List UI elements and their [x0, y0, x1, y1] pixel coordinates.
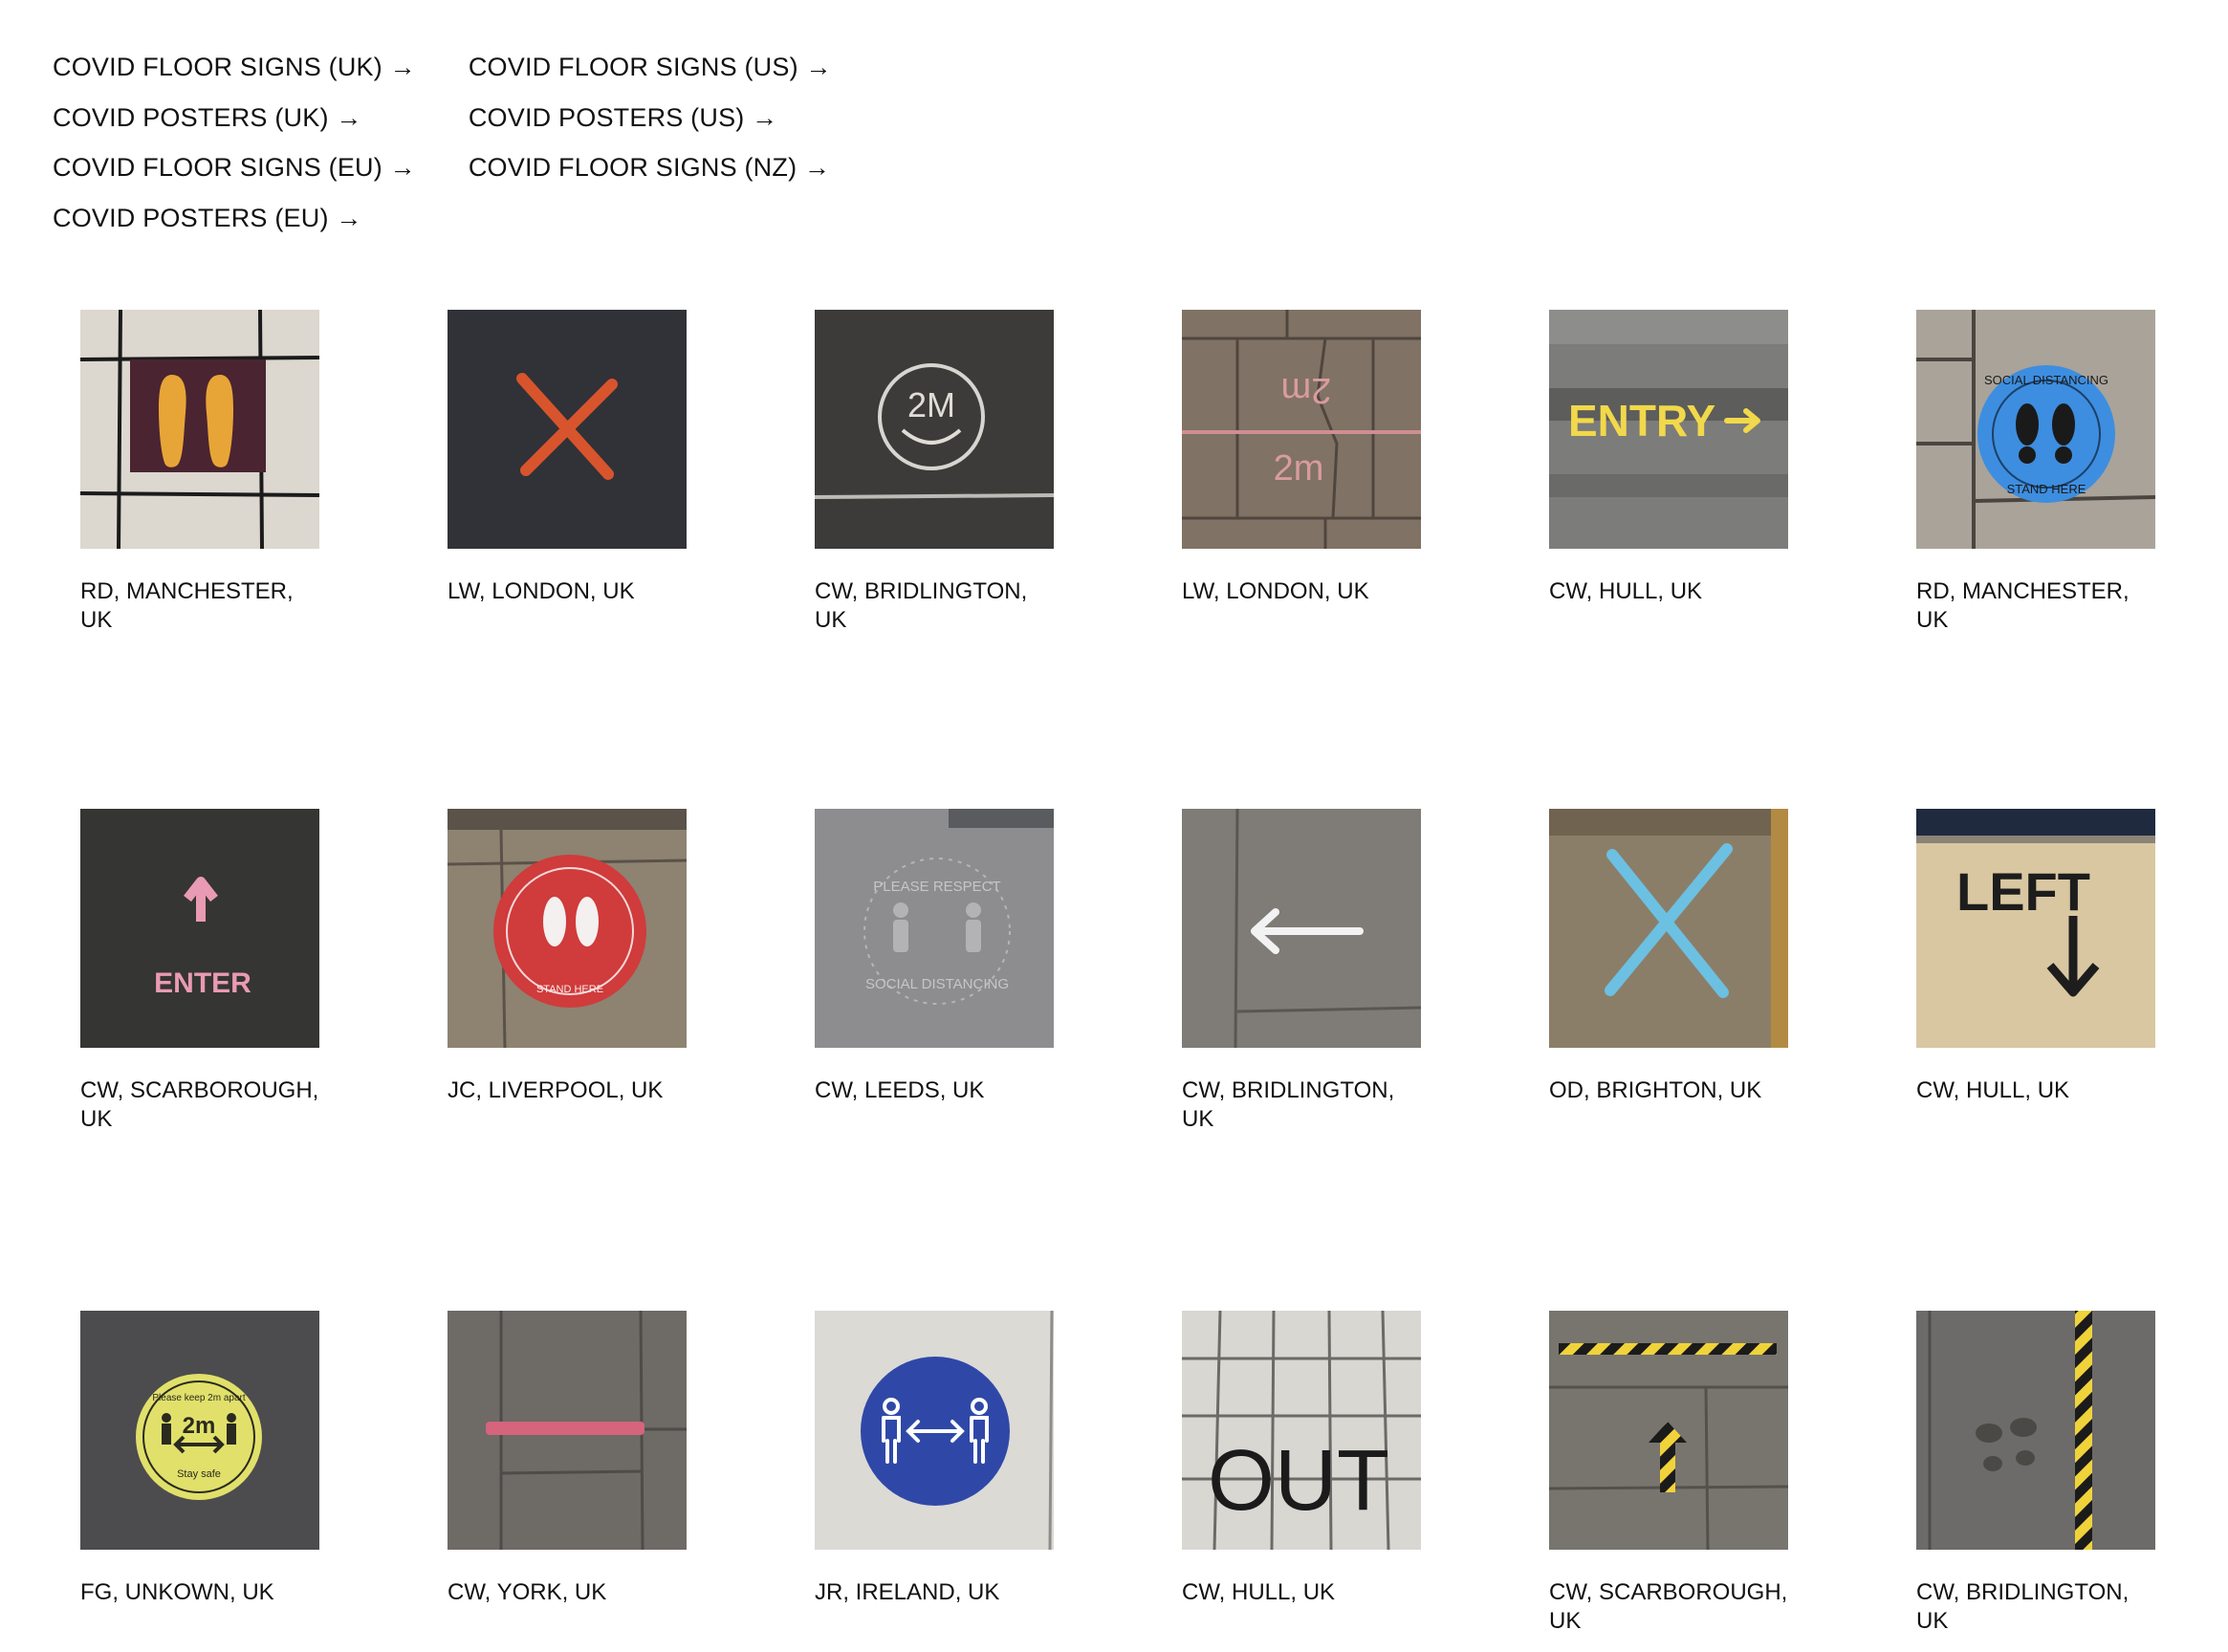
gallery-item[interactable]: ENTER CW, SCARBOROUGH, UK [80, 809, 319, 1134]
photo-thumbnail[interactable] [1549, 1311, 1788, 1550]
gallery-item[interactable]: CW, YORK, UK [448, 1311, 687, 1607]
yellow-2m-stay-safe-sign-icon: Please keep 2m apart 2m Stay safe [80, 1311, 319, 1550]
gallery-item[interactable]: SOCIAL DISTANCING STAND HERE RD, MANCHES… [1916, 310, 2155, 635]
photo-thumbnail[interactable] [1549, 809, 1788, 1048]
gallery-item[interactable]: JR, IRELAND, UK [815, 1311, 1054, 1607]
photo-caption: LW, LONDON, UK [1182, 578, 1369, 604]
photo-thumbnail[interactable] [1182, 809, 1421, 1048]
category-nav: COVID FLOOR SIGNS (UK) → COVID POSTERS (… [53, 42, 832, 243]
photo-caption: CW, BRIDLINGTON, UK [815, 578, 1028, 633]
photo-thumbnail[interactable] [448, 1311, 687, 1550]
left-text: LEFT [1956, 861, 2090, 922]
photo-caption: CW, HULL, UK [1549, 578, 1703, 604]
photo-caption: OD, BRIGHTON, UK [1549, 1077, 1762, 1103]
photo-caption: CW, SCARBOROUGH, UK [1549, 1579, 1788, 1634]
photo-thumbnail[interactable]: ENTER [80, 809, 319, 1048]
enter-text: ENTER [154, 967, 251, 999]
gallery-item[interactable]: RD, MANCHESTER, UK [80, 310, 319, 635]
footprints-floor-sign-icon [80, 310, 319, 549]
gallery-item[interactable]: ENTRY CW, HULL, UK [1549, 310, 1788, 606]
category-nav-left-column: COVID FLOOR SIGNS (UK) → COVID POSTERS (… [53, 42, 416, 243]
nav-link-covid-floor-signs-uk[interactable]: COVID FLOOR SIGNS (UK) → [53, 42, 416, 93]
chalk-2m-smiley-icon: 2M [815, 310, 1054, 549]
photo-thumbnail[interactable]: PLEASE RESPECT SOCIAL DISTANCING [815, 809, 1054, 1048]
left-down-arrow-sign-icon: LEFT [1916, 809, 2155, 1048]
out-text: OUT [1208, 1433, 1389, 1529]
photo-caption: CW, SCARBOROUGH, UK [80, 1077, 319, 1132]
gallery-item[interactable]: CW, BRIDLINGTON, UK [1182, 809, 1421, 1134]
photo-caption: CW, BRIDLINGTON, UK [1182, 1077, 1395, 1132]
gallery-item[interactable]: 2m 2m LW, LONDON, UK [1182, 310, 1421, 606]
photo-thumbnail[interactable]: SOCIAL DISTANCING STAND HERE [1916, 310, 2155, 549]
please-respect-social-distancing-icon: PLEASE RESPECT SOCIAL DISTANCING [815, 809, 1054, 1048]
photo-thumbnail[interactable]: Please keep 2m apart 2m Stay safe [80, 1311, 319, 1550]
photo-thumbnail[interactable] [815, 1311, 1054, 1550]
chalk-2m-text: 2m [1274, 448, 1324, 489]
red-stand-here-sign-icon: STAND HERE [448, 809, 687, 1048]
stand-here-text: STAND HERE [536, 984, 603, 995]
blue-distance-sign-icon [815, 1311, 1054, 1550]
nav-link-covid-floor-signs-nz[interactable]: COVID FLOOR SIGNS (NZ) → [469, 142, 832, 193]
photo-thumbnail[interactable] [80, 310, 319, 549]
hazard-tape-arrow-icon [1549, 1311, 1788, 1550]
social-distancing-stand-here-icon: SOCIAL DISTANCING STAND HERE [1916, 310, 2155, 549]
gallery-item[interactable]: STAND HERE JC, LIVERPOOL, UK [448, 809, 687, 1105]
gallery-item[interactable]: 2M CW, BRIDLINGTON, UK [815, 310, 1054, 635]
chalk-2m-upside-down-text: 2m [1281, 370, 1332, 410]
pink-tape-line-icon [448, 1311, 687, 1550]
gallery-item[interactable]: Please keep 2m apart 2m Stay safe FG, UN… [80, 1311, 319, 1607]
blue-cross-floor-sign-icon [1549, 809, 1788, 1048]
photo-caption: LW, LONDON, UK [448, 578, 635, 604]
photo-caption: FG, UNKOWN, UK [80, 1579, 274, 1605]
photo-thumbnail[interactable] [1916, 1311, 2155, 1550]
stand-here-text: STAND HERE [2007, 482, 2086, 496]
photo-caption: RD, MANCHESTER, UK [80, 578, 294, 633]
nav-link-covid-posters-uk[interactable]: COVID POSTERS (UK) → [53, 93, 416, 143]
photo-thumbnail[interactable]: LEFT [1916, 809, 2155, 1048]
entry-text: ENTRY [1568, 396, 1715, 446]
photo-caption: CW, YORK, UK [448, 1579, 607, 1605]
gallery-item[interactable]: CW, SCARBOROUGH, UK [1549, 1311, 1788, 1636]
social-distancing-text: SOCIAL DISTANCING [1984, 373, 2108, 387]
hazard-tape-vertical-icon [1916, 1311, 2155, 1550]
entry-arrow-sign-icon: ENTRY [1549, 310, 1788, 549]
out-tape-letters-icon: OUT [1182, 1311, 1421, 1550]
please-keep-2m-apart-text: Please keep 2m apart [152, 1393, 246, 1403]
nav-link-covid-floor-signs-eu[interactable]: COVID FLOOR SIGNS (EU) → [53, 142, 416, 193]
nav-link-covid-floor-signs-us[interactable]: COVID FLOOR SIGNS (US) → [469, 42, 832, 93]
photo-caption: CW, HULL, UK [1916, 1077, 2070, 1103]
social-distancing-text: SOCIAL DISTANCING [865, 976, 1009, 992]
enter-arrow-sign-icon: ENTER [80, 809, 319, 1048]
photo-thumbnail[interactable]: STAND HERE [448, 809, 687, 1048]
photo-thumbnail[interactable] [448, 310, 687, 549]
photo-thumbnail[interactable]: ENTRY [1549, 310, 1788, 549]
photo-thumbnail[interactable]: OUT [1182, 1311, 1421, 1550]
gallery-item[interactable]: LEFT CW, HULL, UK [1916, 809, 2155, 1105]
gallery-item[interactable]: CW, BRIDLINGTON, UK [1916, 1311, 2155, 1636]
stay-safe-text: Stay safe [177, 1468, 221, 1480]
gallery-item[interactable]: LW, LONDON, UK [448, 310, 687, 606]
two-m-text: 2m [183, 1413, 216, 1439]
please-respect-text: PLEASE RESPECT [873, 879, 1000, 895]
gallery-item[interactable]: PLEASE RESPECT SOCIAL DISTANCING CW, LEE… [815, 809, 1054, 1105]
photo-thumbnail[interactable]: 2m 2m [1182, 310, 1421, 549]
category-nav-right-column: COVID FLOOR SIGNS (US) → COVID POSTERS (… [469, 42, 832, 243]
photo-caption: RD, MANCHESTER, UK [1916, 578, 2130, 633]
photo-caption: CW, BRIDLINGTON, UK [1916, 1579, 2130, 1634]
orange-cross-floor-sign-icon [448, 310, 687, 549]
gallery-item[interactable]: OD, BRIGHTON, UK [1549, 809, 1788, 1105]
photo-caption: JR, IRELAND, UK [815, 1579, 1000, 1605]
chalk-2m-text: 2M [907, 385, 955, 424]
photo-caption: CW, HULL, UK [1182, 1579, 1336, 1605]
nav-link-covid-posters-eu[interactable]: COVID POSTERS (EU) → [53, 193, 416, 244]
nav-link-covid-posters-us[interactable]: COVID POSTERS (US) → [469, 93, 832, 143]
photo-caption: CW, LEEDS, UK [815, 1077, 985, 1103]
chalk-left-arrow-icon [1182, 809, 1421, 1048]
gallery-item[interactable]: OUT CW, HULL, UK [1182, 1311, 1421, 1607]
photo-caption: JC, LIVERPOOL, UK [448, 1077, 664, 1103]
chalk-2m-paving-icon: 2m 2m [1182, 310, 1421, 549]
photo-thumbnail[interactable]: 2M [815, 310, 1054, 549]
